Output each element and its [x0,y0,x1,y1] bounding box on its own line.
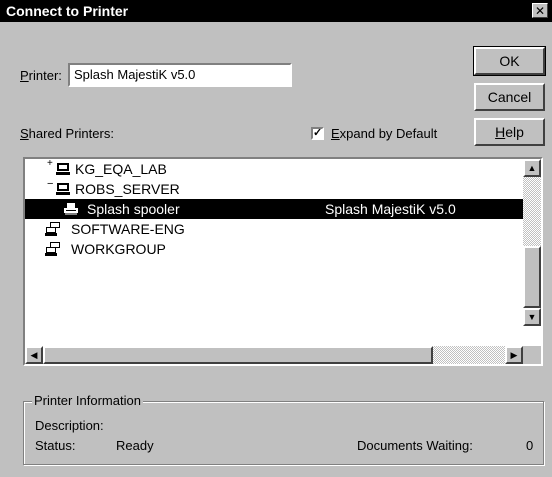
documents-waiting-label: Documents Waiting: [357,438,473,453]
tree-item-label: ROBS_SERVER [75,181,180,197]
ok-button[interactable]: OK [473,46,546,76]
printer-information-group: Printer Information Description: Status:… [23,393,544,465]
window-title: Connect to Printer [6,3,129,19]
scroll-down-icon[interactable]: ▼ [523,308,541,326]
expander-glyph[interactable]: + [47,159,53,174]
horizontal-scrollbar[interactable]: ◀ ▶ [25,346,523,364]
expand-by-default-label[interactable]: Expand by Default [331,126,437,141]
horizontal-scroll-thumb[interactable] [43,346,433,364]
workgroup-icon [45,222,60,236]
tree-item[interactable]: − ROBS_SERVER [25,178,523,199]
vertical-scroll-thumb[interactable] [523,246,541,308]
close-icon[interactable]: ✕ [532,3,548,18]
checkmark-icon: ✓ [313,127,323,139]
status-value: Ready [116,438,154,453]
cancel-button[interactable]: Cancel [474,83,545,111]
shared-printers-label: Shared Printers: [20,126,114,141]
documents-waiting-value: 0 [526,438,534,453]
scroll-right-icon[interactable]: ▶ [505,346,523,364]
computer-icon [56,163,70,175]
help-button-label: Help [495,124,524,140]
tree-item-label: SOFTWARE-ENG [71,221,185,237]
vertical-scrollbar[interactable]: ▲ ▼ [523,159,541,326]
scrollbar-corner [523,346,541,364]
printer-information-legend: Printer Information [32,393,143,408]
printer-label: Printer: [20,68,62,83]
workgroup-icon [45,242,60,256]
title-bar: Connect to Printer ✕ [0,0,552,22]
expander-glyph[interactable]: − [47,174,53,194]
tree-item[interactable]: SOFTWARE-ENG [25,219,523,239]
tree-item[interactable]: + KG_EQA_LAB [25,159,523,179]
tree-item[interactable]: WORKGROUP [25,239,523,259]
expand-by-default-checkbox[interactable]: ✓ [311,127,324,140]
tree-item-selected[interactable]: Splash spooler Splash MajestiK v5.0 [25,199,523,219]
tree-item-detail: Splash MajestiK v5.0 [325,201,456,217]
tree-item-label: Splash spooler [87,201,180,217]
scroll-left-icon[interactable]: ◀ [25,346,43,364]
computer-icon [56,183,70,195]
tree-item-label: KG_EQA_LAB [75,161,167,177]
tree-item-label: WORKGROUP [71,241,166,257]
printer-icon [64,203,78,215]
expand-by-default-label-text: Expand by Default [331,126,438,141]
printer-label-text: rinter: [28,68,62,83]
status-label: Status: [35,438,76,453]
help-button[interactable]: Help [474,118,545,146]
description-label: Description: [35,418,104,433]
scroll-up-icon[interactable]: ▲ [523,159,541,177]
shared-printers-tree[interactable]: + KG_EQA_LAB − ROBS_SERVER Splash spoole… [23,157,543,366]
shared-printers-label-text: Shared Printers: [20,126,114,141]
printer-input[interactable]: Splash MajestiK v5.0 [68,63,292,87]
